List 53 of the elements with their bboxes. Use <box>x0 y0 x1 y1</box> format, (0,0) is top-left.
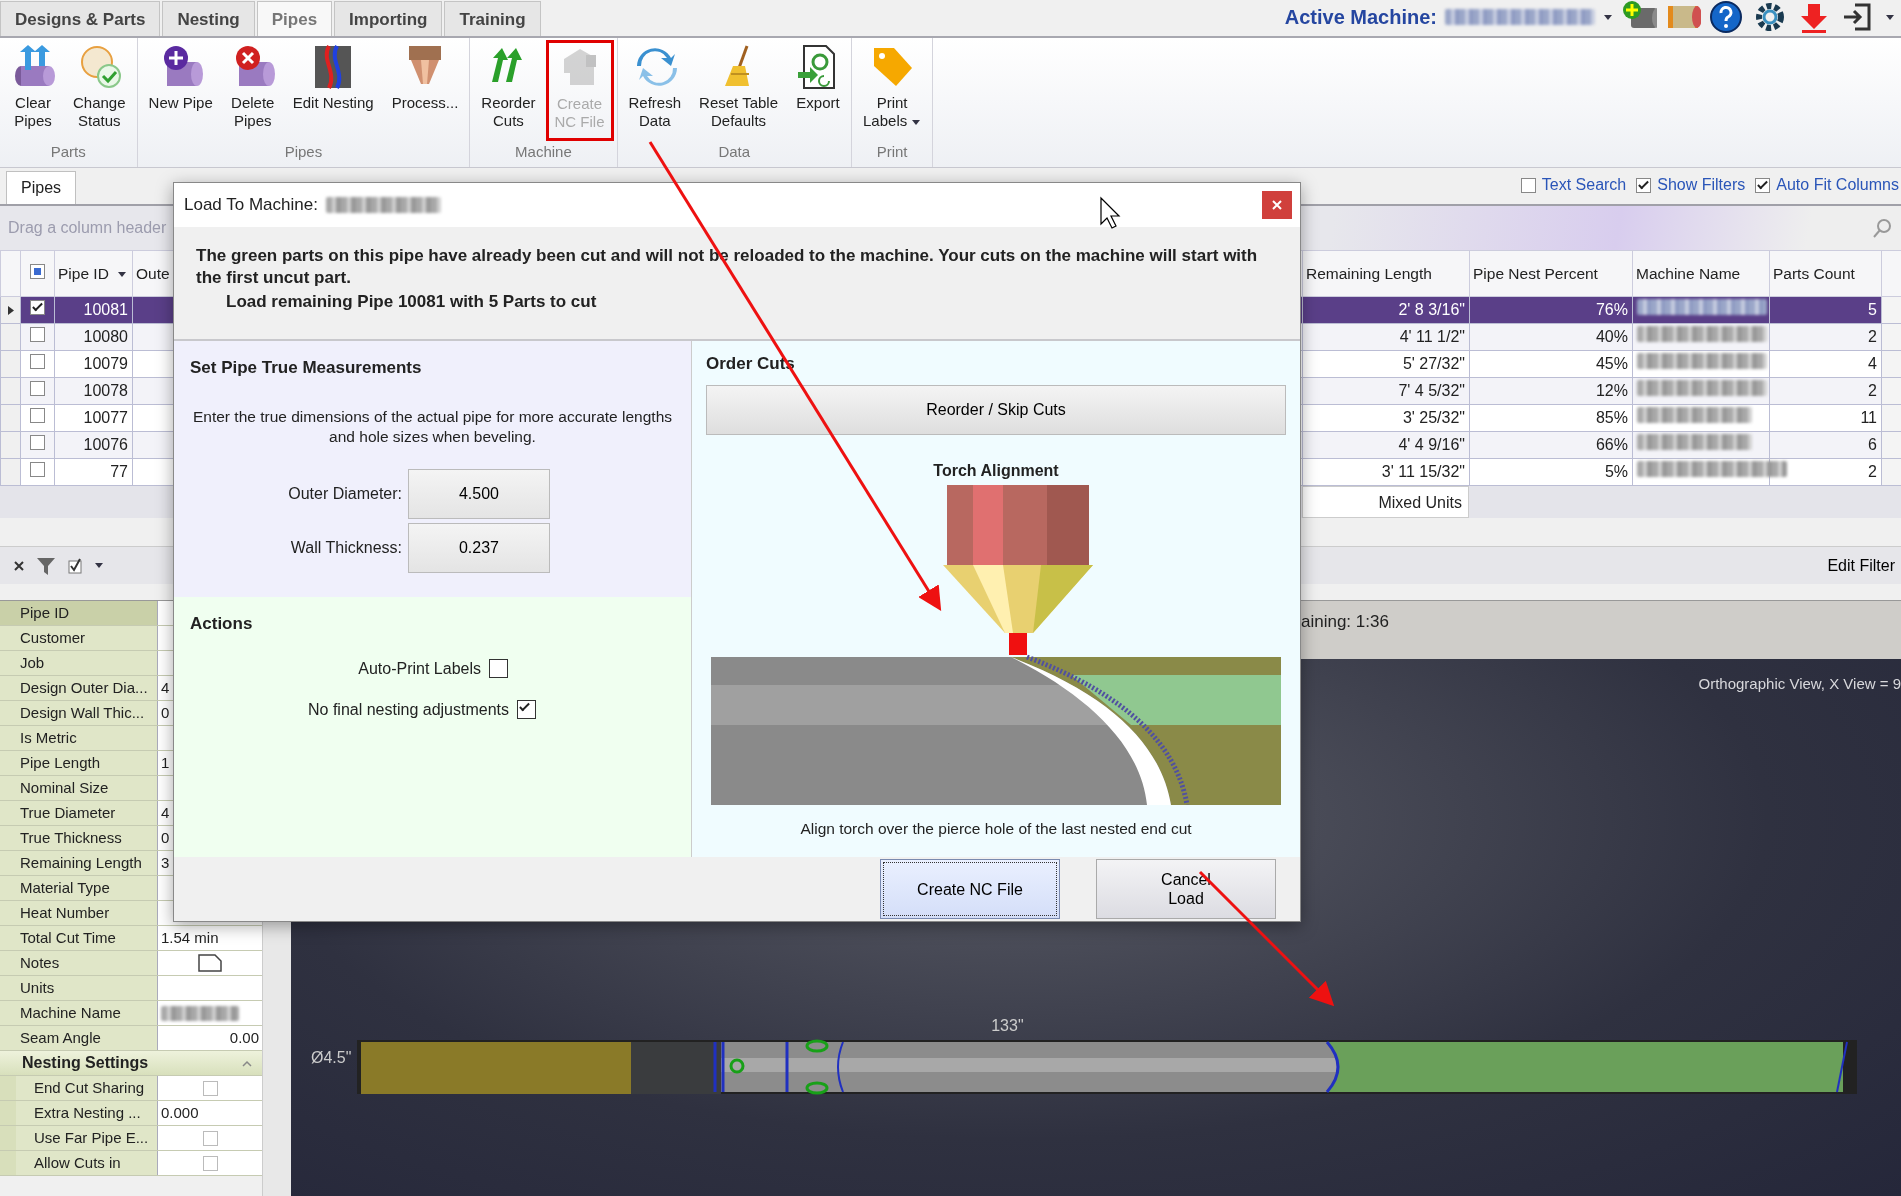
table-cell: 76% <box>1469 296 1633 324</box>
table-cell: 12% <box>1469 377 1633 405</box>
group-label: Data <box>717 141 752 162</box>
category-label: Nesting Settings <box>22 1053 149 1073</box>
table-cell: 5% <box>1469 458 1633 486</box>
table-cell: 2' 8 3/16" <box>1302 296 1470 324</box>
table-cell: 7' 4 5/32" <box>1302 377 1470 405</box>
table-cell: 10081 <box>54 296 133 324</box>
table-cell: 3' 11 15/32" <box>1302 458 1470 486</box>
length-label: 133" <box>991 1015 1024 1036</box>
section-title: Actions <box>190 613 254 635</box>
table-cell: 10079 <box>54 350 133 378</box>
group-label: Print <box>875 141 909 162</box>
field-label: Wall Thickness: <box>289 537 402 558</box>
illustration-title: Torch Alignment <box>933 460 1059 481</box>
property-value: 0.00 <box>158 1026 262 1050</box>
table-cell: 45% <box>1469 350 1633 378</box>
group-panel-hint: Drag a column header <box>8 218 167 238</box>
table-cell: 4' 4 9/16" <box>1302 431 1470 459</box>
table-cell: 77 <box>54 458 133 486</box>
table-cell: 4' 11 1/2" <box>1302 323 1470 351</box>
table-cell: 3' 25/32" <box>1302 404 1470 432</box>
table-cell: 10078 <box>54 377 133 405</box>
table-cell: 5 <box>1769 296 1882 324</box>
section-title: Set Pipe True Measurements <box>190 357 423 379</box>
active-machine-label: Active Machine: <box>1284 5 1437 30</box>
dialog-title: Load To Machine: <box>184 194 318 217</box>
table-cell: 2 <box>1769 323 1882 351</box>
group-label: Pipes <box>283 141 324 162</box>
summary-cell: Mixed Units <box>1302 486 1469 518</box>
status-text: aining: 1:36 <box>1301 612 1389 631</box>
group-label: Machine <box>514 141 573 162</box>
table-cell: 6 <box>1769 431 1882 459</box>
property-value: 1.54 min <box>158 926 262 950</box>
description-text: Enter the true dimensions of the actual pipe for more accurate lengths and hole sizes when beveling. <box>191 406 673 447</box>
table-cell: 5' 27/32" <box>1302 350 1470 378</box>
table-cell: 11 <box>1769 404 1882 432</box>
table-cell: 2 <box>1769 377 1882 405</box>
table-cell: 85% <box>1469 404 1633 432</box>
summary-text: Load remaining Pipe 10081 with 5 Parts to cut <box>225 291 598 313</box>
table-cell: 4 <box>1769 350 1882 378</box>
table-cell: 10080 <box>54 323 133 351</box>
table-cell: 2 <box>1769 458 1882 486</box>
diameter-label: Ø4.5" <box>311 1047 352 1068</box>
view-caption: Orthographic View, X View = 9 <box>1698 675 1901 692</box>
group-label: Parts <box>49 141 87 162</box>
table-cell: 10077 <box>54 404 133 432</box>
table-cell: 66% <box>1469 431 1633 459</box>
property-value: 0.000 <box>158 1101 262 1125</box>
table-cell: 40% <box>1469 323 1633 351</box>
caption-text: Align torch over the pierce hole of the last nested end cut <box>800 818 1192 839</box>
field-label: Outer Diameter: <box>287 483 402 504</box>
table-cell: 10076 <box>54 431 133 459</box>
